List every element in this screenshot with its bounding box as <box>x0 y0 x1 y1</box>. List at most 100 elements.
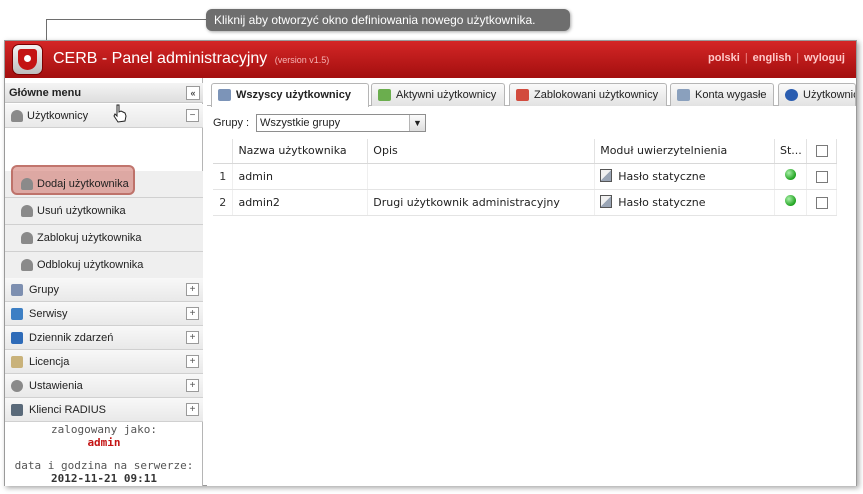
expand-settings-button[interactable]: + <box>186 379 199 392</box>
list-icon <box>218 89 231 101</box>
row-auth-module: Hasło statyczne <box>594 163 776 190</box>
server-datetime: 2012-11-21 09:11 <box>51 472 157 485</box>
sidebar-section-settings[interactable]: Ustawienia + <box>5 374 203 398</box>
groups-icon <box>11 284 23 296</box>
expand-event-log-button[interactable]: + <box>186 331 199 344</box>
sidebar-section-label: Serwisy <box>29 308 68 320</box>
sidebar-section-label: Użytkownicy <box>27 110 89 122</box>
tab-active-users[interactable]: Aktywni użytkownicy <box>371 83 505 106</box>
expand-services-button[interactable]: + <box>186 307 199 320</box>
table-row[interactable]: 2 admin2 Drugi użytkownik administracyjn… <box>213 189 837 216</box>
lang-english-link[interactable]: english <box>753 52 792 64</box>
sidebar-section-groups[interactable]: Grupy + <box>5 278 203 302</box>
blocked-users-icon <box>516 89 529 101</box>
add-user-icon <box>21 178 33 190</box>
expand-license-button[interactable]: + <box>186 355 199 368</box>
row-description <box>367 163 596 190</box>
active-users-icon <box>378 89 391 101</box>
services-icon <box>11 308 23 320</box>
users-table: Nazwa użytkownika Opis Moduł uwierzyteln… <box>213 139 837 216</box>
row-description: Drugi użytkownik administracyjny <box>367 189 596 216</box>
lang-polski-link[interactable]: polski <box>708 52 740 64</box>
callout-connector <box>46 19 206 20</box>
sidebar-section-event-log[interactable]: Dziennik zdarzeń + <box>5 326 203 350</box>
sidebar-section-label: Grupy <box>29 284 59 296</box>
sidebar-item-label: Odblokuj użytkownika <box>37 259 144 271</box>
monitor-icon <box>11 332 23 344</box>
col-description[interactable]: Opis <box>367 139 596 164</box>
group-select-value: Wszystkie grupy <box>260 117 341 129</box>
sidebar-item-add-user[interactable]: Dodaj użytkownika <box>5 171 203 198</box>
status-active-icon <box>785 195 796 206</box>
group-filter: Grupy : Wszystkie grupy ▼ <box>213 113 426 133</box>
globe-icon <box>785 89 798 101</box>
login-info: zalogowany jako: admin data i godzina na… <box>5 423 203 485</box>
row-username[interactable]: admin2 <box>232 189 369 216</box>
user-icon <box>11 110 23 122</box>
sidebar: Główne menu « Użytkownicy − Dodaj użytko… <box>5 78 203 486</box>
auth-module-icon <box>600 195 613 208</box>
chevron-down-icon[interactable]: ▼ <box>409 115 425 131</box>
col-status[interactable]: St... <box>774 139 807 164</box>
sidebar-section-radius-clients[interactable]: Klienci RADIUS + <box>5 398 203 422</box>
gear-icon <box>11 380 23 392</box>
sidebar-collapse-button[interactable]: « <box>186 86 200 100</box>
row-username[interactable]: admin <box>232 163 369 190</box>
tab-expired-accounts[interactable]: Konta wygasłe <box>670 83 774 106</box>
row-checkbox[interactable] <box>815 170 828 183</box>
sidebar-item-block-user[interactable]: Zablokuj użytkownika <box>5 225 203 252</box>
tab-blocked-users[interactable]: Zablokowani użytkownicy <box>509 83 667 106</box>
header-links: polski | english | wyloguj <box>708 52 845 64</box>
sidebar-item-remove-user[interactable]: Usuń użytkownika <box>5 198 203 225</box>
main-panel: Wszyscy użytkownicy Aktywni użytkownicy … <box>207 78 856 486</box>
sidebar-section-label: Licencja <box>29 356 70 368</box>
sidebar-section-users[interactable]: Użytkownicy − <box>5 104 203 128</box>
row-checkbox[interactable] <box>815 196 828 209</box>
header-bar: CERB - Panel administracyjny (version v1… <box>5 41 856 78</box>
app-version: (version v1.5) <box>274 55 330 65</box>
sidebar-title: Główne menu <box>9 87 82 99</box>
select-all-checkbox[interactable] <box>815 145 828 158</box>
tab-all-users[interactable]: Wszyscy użytkownicy <box>211 83 369 107</box>
app-window: CERB - Panel administracyjny (version v1… <box>4 40 857 486</box>
tab-bar: Wszyscy użytkownicy Aktywni użytkownicy … <box>207 80 856 107</box>
tooltip-callout: Kliknij aby otworzyć okno definiowania n… <box>206 9 570 31</box>
row-select <box>806 163 837 190</box>
login-label: zalogowany jako: <box>51 423 157 436</box>
app-title-text: CERB - Panel administracyjny <box>53 50 268 67</box>
sidebar-section-license[interactable]: Licencja + <box>5 350 203 374</box>
tab-users-more[interactable]: Użytkownic <box>778 83 856 106</box>
expired-accounts-icon <box>677 89 690 101</box>
server-time-label: data i godzina na serwerze: <box>14 459 194 472</box>
row-select <box>806 189 837 216</box>
row-status <box>774 163 807 190</box>
auth-module-icon <box>600 169 613 182</box>
license-icon <box>11 356 23 368</box>
remove-user-icon <box>21 205 33 217</box>
sidebar-item-label: Dodaj użytkownika <box>37 178 129 190</box>
sidebar-item-unblock-user[interactable]: Odblokuj użytkownika <box>5 252 203 279</box>
app-title: CERB - Panel administracyjny (version v1… <box>53 50 329 68</box>
block-user-icon <box>21 232 33 244</box>
table-header-row: Nazwa użytkownika Opis Moduł uwierzyteln… <box>213 139 837 164</box>
sidebar-section-label: Ustawienia <box>29 380 83 392</box>
status-active-icon <box>785 169 796 180</box>
col-username[interactable]: Nazwa użytkownika <box>232 139 369 164</box>
expand-groups-button[interactable]: + <box>186 283 199 296</box>
row-auth-module: Hasło statyczne <box>594 189 776 216</box>
collapse-users-button[interactable]: − <box>186 109 199 122</box>
col-auth-module[interactable]: Moduł uwierzytelnienia <box>594 139 776 164</box>
table-row[interactable]: 1 admin Hasło statyczne <box>213 163 837 190</box>
expand-radius-clients-button[interactable]: + <box>186 403 199 416</box>
login-user: admin <box>87 436 121 449</box>
cerb-logo-icon <box>12 44 43 75</box>
sidebar-item-label: Zablokuj użytkownika <box>37 232 142 244</box>
col-number <box>213 139 234 164</box>
group-select[interactable]: Wszystkie grupy ▼ <box>256 114 426 132</box>
sidebar-section-services[interactable]: Serwisy + <box>5 302 203 326</box>
col-select-all <box>806 139 837 164</box>
logout-link[interactable]: wyloguj <box>804 52 845 64</box>
row-number: 2 <box>213 189 234 216</box>
group-filter-label: Grupy : <box>213 117 250 129</box>
row-status <box>774 189 807 216</box>
